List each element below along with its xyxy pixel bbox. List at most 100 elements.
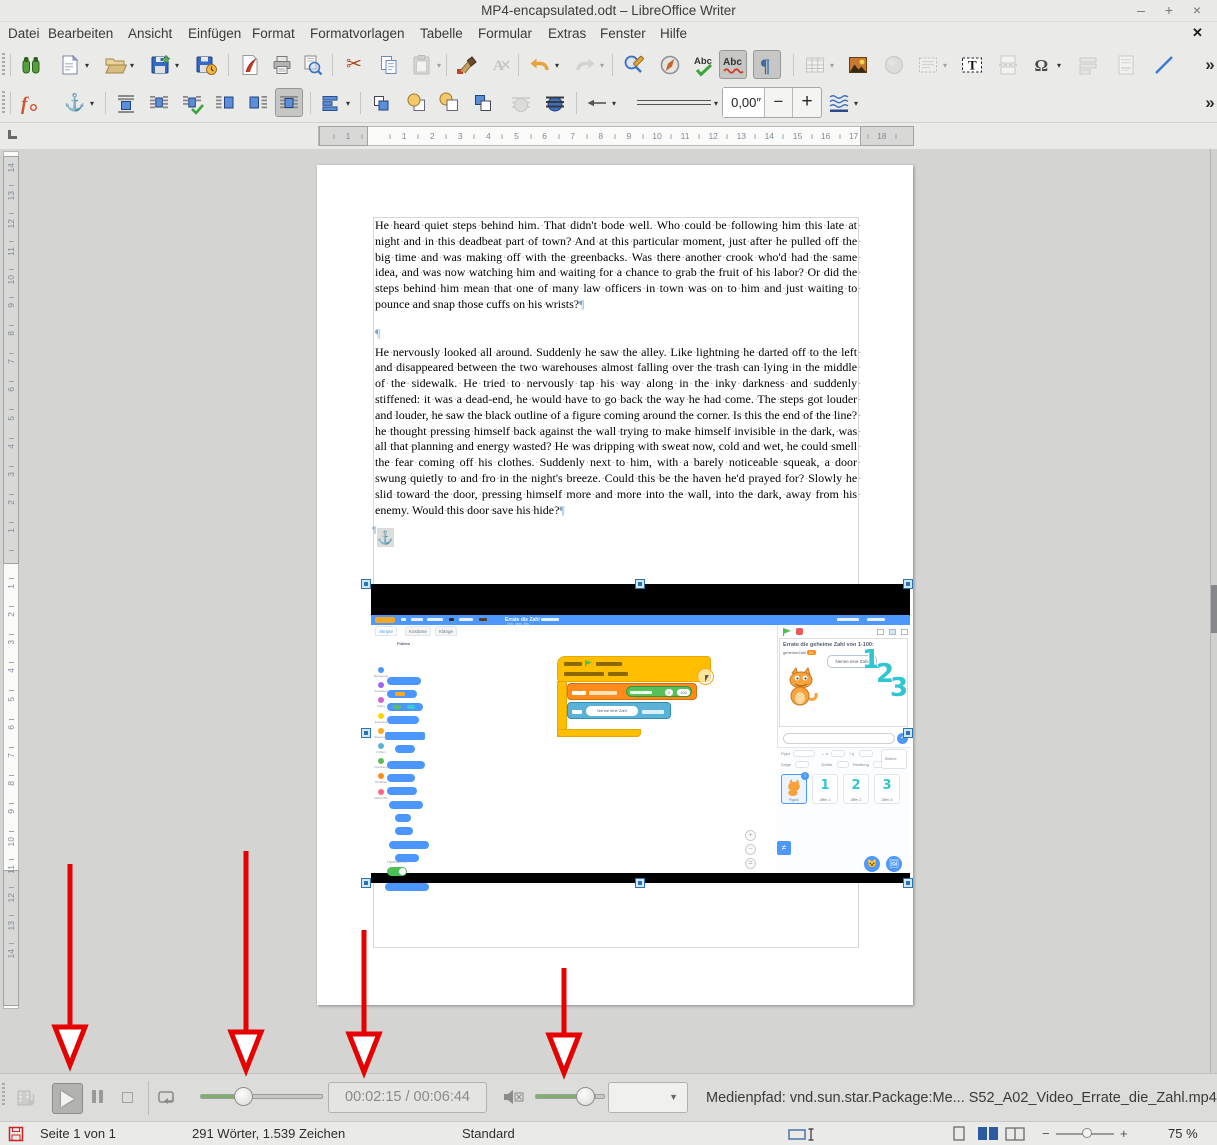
zoom-out-button[interactable]: − (1042, 1126, 1050, 1141)
add-backdrop-button[interactable]: 🖼 (886, 856, 902, 872)
category-Fühlen[interactable] (378, 743, 384, 749)
palette-block[interactable] (387, 774, 415, 782)
navigator-button[interactable] (656, 50, 684, 79)
palette-block[interactable] (395, 814, 411, 822)
wrap-through-button[interactable] (275, 88, 303, 117)
document-text[interactable]: He· heard· quiet· steps· behind· him.· T… (375, 218, 857, 518)
category-Steuerung[interactable] (378, 728, 384, 734)
vertical-ruler[interactable]: 14131211109876543211234567891011121314 (3, 151, 19, 1009)
selection-handle[interactable] (361, 728, 371, 738)
insert-line-button[interactable] (1150, 50, 1178, 79)
insert-field-button[interactable] (1074, 50, 1102, 79)
category-Variablen[interactable] (378, 773, 384, 779)
pause-button[interactable] (92, 1090, 96, 1103)
category-Operatoren[interactable] (378, 758, 384, 764)
media-zoom-select[interactable] (608, 1082, 688, 1113)
align-objects-dropdown[interactable]: ▾ (346, 100, 354, 108)
clear-formatting-button[interactable]: A (486, 50, 514, 79)
zoom-percent[interactable]: 75 % (1168, 1126, 1198, 1141)
palette-block[interactable] (385, 883, 429, 891)
align-objects-button[interactable] (317, 88, 345, 117)
insert-image-button[interactable] (844, 50, 872, 79)
menu-fenster[interactable]: Fenster (600, 26, 646, 41)
selection-handle[interactable] (903, 728, 913, 738)
menu-ansicht[interactable]: Ansicht (128, 26, 172, 41)
paste-dropdown[interactable]: ▾ (437, 62, 445, 70)
tab-Kostüme[interactable]: Kostüme (405, 626, 431, 636)
volume-slider[interactable] (535, 1094, 605, 1099)
status-page[interactable]: Seite 1 von 1 (40, 1126, 116, 1141)
anchor-dropdown[interactable]: ▾ (90, 100, 98, 108)
tab-Klänge[interactable]: Klänge (435, 626, 457, 636)
menu-datei[interactable]: Datei (8, 26, 40, 41)
wrap-ideal-button[interactable] (178, 88, 206, 117)
find-replace-button[interactable] (620, 50, 648, 79)
insert-table-dropdown[interactable]: ▾ (830, 62, 838, 70)
insert-textbox-button[interactable]: T (958, 50, 986, 79)
menu-extras[interactable]: Extras (548, 26, 586, 41)
palette-block[interactable] (395, 827, 413, 835)
new-doc-dropdown[interactable]: ▾ (85, 62, 93, 70)
auto-spellcheck-button[interactable]: Abc (719, 50, 747, 79)
menu-tabelle[interactable]: Tabelle (420, 26, 463, 41)
undo-button[interactable] (526, 50, 554, 79)
embedded-video-object[interactable]: Errate die Zahl von _jens_Kru (371, 584, 910, 883)
border-waves-dropdown[interactable]: ▾ (854, 100, 862, 108)
special-char-button[interactable]: Ω (1028, 50, 1056, 79)
status-pagestyle[interactable]: Standard (462, 1126, 515, 1141)
binoculars-button[interactable] (17, 50, 45, 79)
toolbar-grip[interactable] (2, 91, 5, 115)
tab-Skripte[interactable]: Skripte (375, 626, 397, 636)
selection-handle[interactable] (361, 878, 371, 888)
palette-block[interactable] (387, 787, 417, 795)
play-button[interactable] (52, 1083, 83, 1114)
horizontal-ruler[interactable]: 1123456789101112131415161718 (318, 126, 913, 146)
export-pdf-button[interactable] (236, 50, 264, 79)
send-to-back-button[interactable] (436, 88, 464, 117)
minimize-button[interactable]: – (1133, 2, 1149, 18)
overflow-button[interactable]: » (1196, 88, 1217, 117)
arrange-position-button[interactable] (367, 88, 395, 117)
wrap-right-button[interactable] (244, 88, 272, 117)
category-Klang[interactable] (378, 697, 384, 703)
palette-block[interactable] (389, 801, 423, 809)
change-order-button[interactable] (469, 88, 497, 117)
selection-handle[interactable] (903, 878, 913, 888)
add-sprite-button[interactable]: 🐱 (864, 856, 880, 872)
new-doc-button[interactable] (56, 50, 84, 79)
sprite-thumb-Ziffer-2[interactable]: 2Ziffer-2 (843, 774, 869, 804)
zoom-in-button[interactable]: + (1120, 1126, 1128, 1141)
insert-footnote-button[interactable] (1112, 50, 1140, 79)
toolbar-grip[interactable] (2, 53, 5, 77)
formatting-marks-button[interactable]: ¶ (753, 50, 781, 79)
copy-button[interactable] (375, 50, 403, 79)
selection-mode-icon[interactable] (788, 1127, 818, 1142)
menu-einfügen[interactable]: Einfügen (188, 26, 241, 41)
redo-dropdown[interactable]: ▾ (600, 62, 608, 70)
menu-hilfe[interactable]: Hilfe (660, 26, 687, 41)
seek-slider[interactable] (200, 1094, 323, 1099)
insert-table-button[interactable] (801, 50, 829, 79)
vertical-scrollbar[interactable] (1210, 149, 1217, 1073)
volume-thumb[interactable] (576, 1087, 595, 1106)
maximize-button[interactable]: + (1161, 2, 1177, 18)
category-Aussehen[interactable] (378, 682, 384, 688)
zoom-slider-thumb[interactable] (1082, 1128, 1092, 1138)
to-background-button[interactable] (541, 88, 569, 117)
palette-block[interactable] (395, 745, 415, 753)
page-break-button[interactable] (994, 50, 1022, 79)
to-foreground-button[interactable] (507, 88, 535, 117)
palette-block[interactable] (387, 716, 419, 724)
menu-bearbeiten[interactable]: Bearbeiten (48, 26, 113, 41)
extension-button[interactable]: ≠ (777, 841, 791, 855)
palette-block[interactable] (387, 677, 421, 685)
border-waves-button[interactable] (825, 88, 853, 117)
cut-button[interactable]: ✂ (340, 50, 368, 79)
sprite-thumb-Figur1[interactable]: iFigur1 (781, 774, 807, 804)
palette-block[interactable] (387, 690, 417, 698)
palette-block[interactable] (387, 703, 423, 711)
line-arrow-style-button[interactable] (583, 88, 611, 117)
category-Meine Blöcke[interactable] (378, 789, 384, 795)
save-dropdown[interactable]: ▾ (175, 62, 183, 70)
stop-icon[interactable] (796, 628, 803, 635)
